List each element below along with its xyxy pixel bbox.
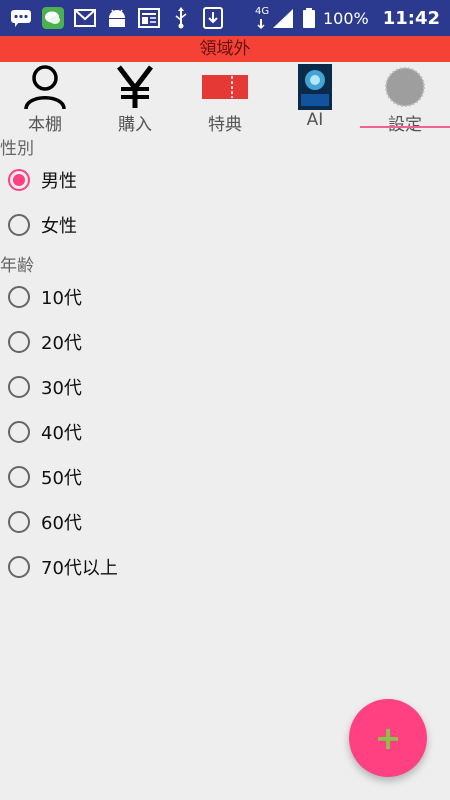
radio-button[interactable] bbox=[8, 556, 30, 578]
gear-icon bbox=[382, 64, 428, 110]
tab-bonus-label: 特典 bbox=[208, 115, 242, 135]
radio-button[interactable] bbox=[8, 214, 30, 236]
radio-button[interactable] bbox=[8, 376, 30, 398]
usb-icon bbox=[170, 7, 192, 29]
radio-label: 20代 bbox=[41, 333, 82, 354]
yen-icon bbox=[112, 64, 158, 110]
mail-icon bbox=[74, 7, 96, 29]
radio-age-50s[interactable]: 50代 bbox=[8, 459, 82, 495]
radio-gender-female[interactable]: 女性 bbox=[8, 207, 77, 243]
tab-bar: 本棚 購入 特典 AI 設定 bbox=[0, 62, 450, 135]
status-bar-notifications bbox=[10, 6, 224, 30]
person-icon bbox=[22, 64, 68, 110]
tab-bonus[interactable]: 特典 bbox=[180, 62, 270, 135]
radio-label: 70代以上 bbox=[41, 558, 118, 579]
gender-section-label: 性別 bbox=[0, 139, 34, 159]
clock: 11:42 bbox=[382, 7, 440, 29]
out-of-area-banner: 領域外 bbox=[0, 36, 450, 62]
tab-purchase[interactable]: 購入 bbox=[90, 62, 180, 135]
radio-button[interactable] bbox=[8, 331, 30, 353]
radio-label: 50代 bbox=[41, 468, 82, 489]
radio-label: 30代 bbox=[41, 378, 82, 399]
battery-icon bbox=[302, 8, 315, 28]
android-icon bbox=[106, 7, 128, 29]
radio-button[interactable] bbox=[8, 286, 30, 308]
radio-age-20s[interactable]: 20代 bbox=[8, 324, 82, 360]
radio-label: 男性 bbox=[41, 171, 77, 192]
plus-icon: + bbox=[374, 719, 402, 757]
ai-image-icon bbox=[292, 64, 338, 110]
age-section-label: 年齢 bbox=[0, 256, 34, 276]
tab-settings[interactable]: 設定 bbox=[360, 62, 450, 135]
chat-icon bbox=[10, 7, 32, 29]
add-fab-button[interactable]: + bbox=[349, 699, 427, 777]
radio-label: 女性 bbox=[41, 216, 77, 237]
radio-button[interactable] bbox=[8, 511, 30, 533]
download-icon bbox=[202, 7, 224, 29]
selected-tab-indicator bbox=[360, 126, 450, 128]
radio-button[interactable] bbox=[8, 466, 30, 488]
radio-age-30s[interactable]: 30代 bbox=[8, 369, 82, 405]
radio-age-70s-plus[interactable]: 70代以上 bbox=[8, 549, 118, 585]
tab-purchase-label: 購入 bbox=[118, 115, 152, 135]
tab-settings-label: 設定 bbox=[388, 115, 422, 135]
wechat-icon bbox=[42, 7, 64, 29]
radio-gender-male[interactable]: 男性 bbox=[8, 162, 77, 198]
signal-icon: 4G bbox=[255, 6, 295, 29]
tab-ai[interactable]: AI bbox=[270, 62, 360, 132]
banner-text: 領域外 bbox=[199, 39, 251, 59]
radio-label: 40代 bbox=[41, 423, 82, 444]
status-bar-system: 4G 100% 11:42 bbox=[255, 6, 440, 30]
radio-age-60s[interactable]: 60代 bbox=[8, 504, 82, 540]
status-bar: 4G 100% 11:42 bbox=[0, 0, 450, 36]
battery-level: 100% bbox=[322, 8, 369, 28]
ticket-icon bbox=[202, 64, 248, 110]
radio-age-10s[interactable]: 10代 bbox=[8, 279, 82, 315]
news-icon bbox=[138, 7, 160, 29]
tab-bookshelf-label: 本棚 bbox=[28, 115, 62, 135]
tab-bookshelf[interactable]: 本棚 bbox=[0, 62, 90, 135]
radio-age-40s[interactable]: 40代 bbox=[8, 414, 82, 450]
tab-ai-label: AI bbox=[306, 110, 324, 130]
radio-label: 10代 bbox=[41, 288, 82, 309]
radio-button-checked[interactable] bbox=[8, 169, 30, 191]
radio-button[interactable] bbox=[8, 421, 30, 443]
radio-label: 60代 bbox=[41, 513, 82, 534]
